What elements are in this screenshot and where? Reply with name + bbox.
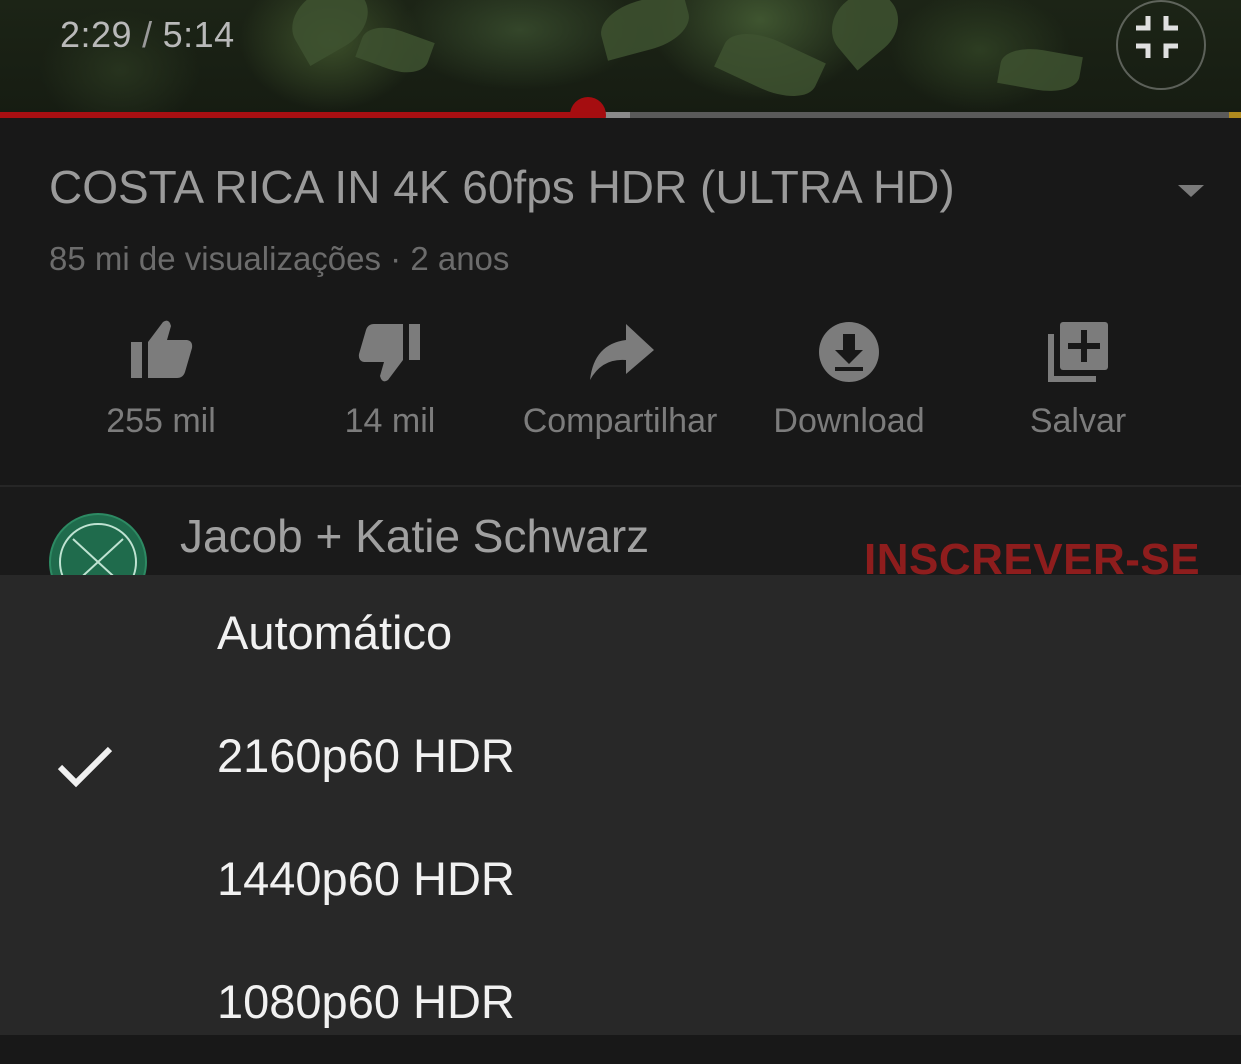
quality-option-label: 1080p60 HDR xyxy=(217,975,515,1028)
checkmark-icon xyxy=(57,746,113,788)
quality-option-label: 1440p60 HDR xyxy=(217,852,515,905)
foliage xyxy=(595,0,695,61)
dislike-count: 14 mil xyxy=(344,402,436,440)
foliage xyxy=(355,19,435,81)
foliage xyxy=(714,21,826,109)
share-icon xyxy=(590,324,654,380)
quality-option-2160p60-hdr[interactable]: 2160p60 HDR xyxy=(0,698,1241,818)
video-title[interactable]: COSTA RICA IN 4K 60fps HDR (ULTRA HD) xyxy=(49,160,955,214)
channel-name[interactable]: Jacob + Katie Schwarz xyxy=(180,509,649,563)
quality-option-label: 2160p60 HDR xyxy=(217,729,515,782)
thumbs-down-icon xyxy=(358,324,420,382)
playlist-add-icon xyxy=(1048,322,1108,382)
thumbs-up-icon xyxy=(131,320,193,378)
exit-fullscreen-icon[interactable] xyxy=(1132,12,1182,62)
quality-menu: Automático 2160p60 HDR 1440p60 HDR 1080p… xyxy=(0,575,1241,1035)
download-label: Download xyxy=(773,402,925,440)
quality-option-label: Automático xyxy=(217,606,453,659)
chevron-down-icon[interactable] xyxy=(1176,182,1206,200)
channel-row: Jacob + Katie Schwarz INSCREVER-SE xyxy=(0,487,1241,575)
quality-option-1080p60-hdr[interactable]: 1080p60 HDR xyxy=(0,944,1241,1064)
share-button[interactable]: Compartilhar xyxy=(505,310,735,441)
save-label: Salvar xyxy=(1029,402,1127,440)
progress-end-marker xyxy=(1229,112,1241,118)
download-button[interactable]: Download xyxy=(734,310,964,441)
quality-option-auto[interactable]: Automático xyxy=(0,575,1241,695)
time-display: 2:29/5:14 xyxy=(60,14,235,56)
time-separator: / xyxy=(142,14,153,55)
foliage xyxy=(997,43,1083,97)
foliage xyxy=(818,0,912,71)
duration: 5:14 xyxy=(162,14,235,55)
like-button[interactable]: 255 mil xyxy=(46,310,276,441)
avatar-logo-icon xyxy=(59,523,137,575)
progress-bar[interactable] xyxy=(0,112,1241,118)
save-button[interactable]: Salvar xyxy=(963,310,1193,441)
action-bar: 255 mil 14 mil Compartilhar Download Sal… xyxy=(0,310,1241,450)
progress-played xyxy=(0,112,589,118)
current-time: 2:29 xyxy=(60,14,133,55)
download-icon xyxy=(819,322,879,382)
channel-avatar[interactable] xyxy=(49,513,147,575)
progress-scrubber[interactable] xyxy=(570,97,607,118)
quality-option-1440p60-hdr[interactable]: 1440p60 HDR xyxy=(0,821,1241,941)
subscribe-button[interactable]: INSCREVER-SE xyxy=(864,535,1200,575)
video-meta: 85 mi de visualizações · 2 anos xyxy=(49,240,510,277)
dislike-button[interactable]: 14 mil xyxy=(275,310,505,441)
share-label: Compartilhar xyxy=(522,402,718,440)
like-count: 255 mil xyxy=(106,402,216,440)
video-player[interactable]: 2:29/5:14 xyxy=(0,0,1241,118)
